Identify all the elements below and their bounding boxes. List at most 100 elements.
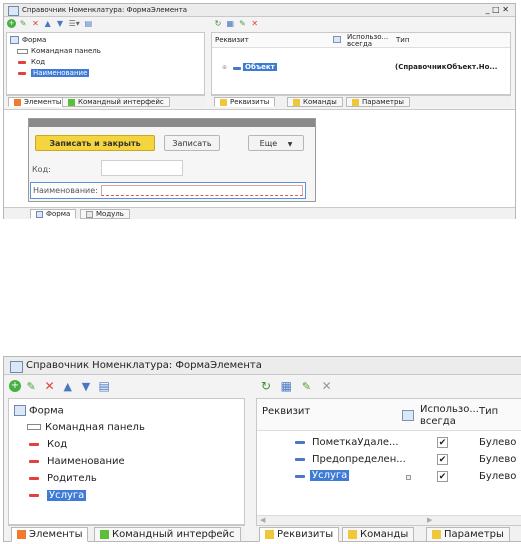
tree-item-form[interactable]: Форма (10, 36, 46, 44)
attributes-table: Реквизит Использо... всегда Тип ⊕ Объект… (211, 32, 511, 95)
window-title: Справочник Номенклатура: ФормаЭлемента (26, 360, 262, 371)
delete-icon[interactable]: ✕ (30, 19, 40, 28)
table-row[interactable]: ⊕ Объект (СправочникОбъект.Но... (212, 63, 510, 73)
column-attribute[interactable]: Реквизит (262, 406, 310, 417)
top-window: Справочник Номенклатура: ФормаЭлемента _… (3, 3, 516, 219)
refresh-icon[interactable]: ↻ (257, 379, 275, 393)
tree-item-code[interactable]: Код (29, 439, 67, 450)
expand-icon[interactable]: ⊕ (222, 64, 227, 71)
column-type[interactable]: Тип (396, 36, 409, 44)
table-row[interactable]: Услуга ✔ Булево (257, 470, 521, 486)
move-down-icon[interactable]: ▼ (78, 380, 94, 393)
tab-module[interactable]: Модуль (80, 209, 130, 219)
column-icon (333, 36, 341, 43)
name-label: Наименование: (33, 186, 98, 195)
elements-tree: Форма Командная панель Код Наименование … (8, 398, 245, 525)
form-preview: Записать и закрыть Записать Еще ▼ Код: Н… (28, 118, 316, 202)
tab-elements[interactable]: Элементы (11, 527, 89, 542)
move-down-icon[interactable]: ▼ (55, 19, 65, 28)
row-name: Объект (243, 63, 277, 71)
tree-item-command-panel[interactable]: Командная панель (27, 422, 145, 433)
scroll-right-icon[interactable]: ▶ (427, 516, 432, 524)
tab-command-interface[interactable]: Командный интерфейс (94, 527, 241, 542)
tab-commands[interactable]: Команды (287, 97, 343, 107)
tab-parameters[interactable]: Параметры (426, 527, 510, 542)
save-button[interactable]: Записать (164, 135, 220, 151)
refresh-icon[interactable]: ↻ (213, 19, 223, 28)
attributes-table: Реквизит Использо... всегда Тип ПометкаУ… (256, 398, 521, 525)
open-icon[interactable]: ▤ (96, 379, 112, 393)
tab-commands[interactable]: Команды (342, 527, 415, 542)
delete-icon[interactable]: ✕ (318, 379, 336, 393)
right-toolbar: ↻ ▦ ✎ ✕ (213, 19, 333, 31)
horizontal-scrollbar[interactable]: ◀ ▶ (257, 515, 521, 525)
command-interface-icon (68, 98, 75, 106)
window-title: Справочник Номенклатура: ФормаЭлемента (22, 6, 188, 14)
attributes-icon (265, 529, 274, 539)
attributes-icon (220, 98, 227, 106)
left-toolbar: + ✎ ✕ ▲ ▼ ▤ (9, 379, 239, 395)
table-row[interactable]: ПометкаУдале... ✔ Булево (257, 436, 521, 452)
top-titlebar: Справочник Номенклатура: ФормаЭлемента _… (4, 4, 515, 17)
tree-item-code[interactable]: Код (18, 58, 45, 66)
window-controls[interactable]: _ □ ✕ (486, 5, 509, 14)
row-type: Булево (479, 471, 517, 482)
tree-item-name[interactable]: Наименование (18, 69, 90, 77)
code-field[interactable] (101, 160, 183, 176)
row-name: ПометкаУдале... (312, 437, 399, 448)
tree-item-command-panel[interactable]: Командная панель (17, 47, 101, 55)
tree-item-name[interactable]: Наименование (29, 456, 125, 467)
add-icon[interactable]: + (9, 380, 21, 392)
field-icon (29, 442, 39, 446)
parameters-icon (432, 529, 441, 539)
always-used-checkbox[interactable]: ✔ (437, 471, 448, 482)
edit-icon[interactable]: ✎ (297, 380, 315, 393)
column-always-used[interactable]: Использо... всегда (420, 404, 479, 428)
tree-item-form[interactable]: Форма (14, 405, 64, 417)
tab-elements[interactable]: Элементы (8, 97, 68, 107)
column-type[interactable]: Тип (479, 406, 498, 417)
field-icon (29, 459, 39, 463)
tree-item-parent[interactable]: Родитель (29, 473, 97, 484)
more-button[interactable]: Еще ▼ (248, 135, 304, 151)
field-icon (29, 476, 39, 480)
tab-attributes[interactable]: Реквизиты (259, 527, 340, 542)
attribute-icon (295, 458, 305, 461)
table-icon[interactable]: ▦ (225, 19, 235, 28)
edit-icon[interactable]: ✎ (237, 19, 247, 28)
form-icon (14, 405, 26, 416)
module-icon (86, 210, 93, 218)
tab-form[interactable]: Форма (30, 209, 77, 219)
right-tabbar: Реквизиты Команды Параметры (211, 95, 511, 107)
preview-header-bar (29, 119, 315, 127)
delete-icon[interactable]: ✕ (250, 19, 260, 28)
chevron-down-icon: ▼ (287, 141, 293, 148)
column-attribute[interactable]: Реквизит (215, 36, 249, 44)
edit-icon[interactable]: ✎ (18, 19, 28, 28)
bottom-tabbar: Форма Модуль (4, 207, 515, 219)
move-up-icon[interactable]: ▲ (43, 19, 53, 28)
field-icon (18, 71, 26, 75)
delete-icon[interactable]: ✕ (41, 379, 57, 393)
left-tabbar: Элементы Командный интерфейс (6, 95, 205, 107)
column-always-used[interactable]: Использо... всегда (347, 34, 388, 48)
edit-icon[interactable]: ✎ (23, 380, 39, 393)
scroll-left-icon[interactable]: ◀ (260, 516, 265, 524)
tab-attributes[interactable]: Реквизиты (214, 97, 276, 107)
open-icon[interactable]: ▤ (83, 19, 93, 28)
always-used-checkbox[interactable]: ✔ (437, 454, 448, 465)
tab-command-interface[interactable]: Командный интерфейс (62, 97, 170, 107)
row-type: (СправочникОбъект.Но... (395, 63, 498, 71)
list-menu-icon[interactable]: ☰▾ (67, 19, 81, 28)
name-field[interactable] (101, 185, 303, 196)
tree-item-service[interactable]: Услуга (29, 490, 87, 501)
move-up-icon[interactable]: ▲ (60, 380, 76, 393)
save-and-close-button[interactable]: Записать и закрыть (35, 135, 155, 151)
tab-parameters[interactable]: Параметры (346, 97, 410, 107)
table-row[interactable]: Предопределен... ✔ Булево (257, 453, 521, 469)
bottom-window: Справочник Номенклатура: ФормаЭлемента +… (3, 356, 521, 542)
always-used-checkbox[interactable]: ✔ (437, 437, 448, 448)
add-icon[interactable]: + (7, 19, 16, 28)
table-icon[interactable]: ▦ (277, 379, 295, 393)
row-marker-icon (406, 475, 411, 480)
